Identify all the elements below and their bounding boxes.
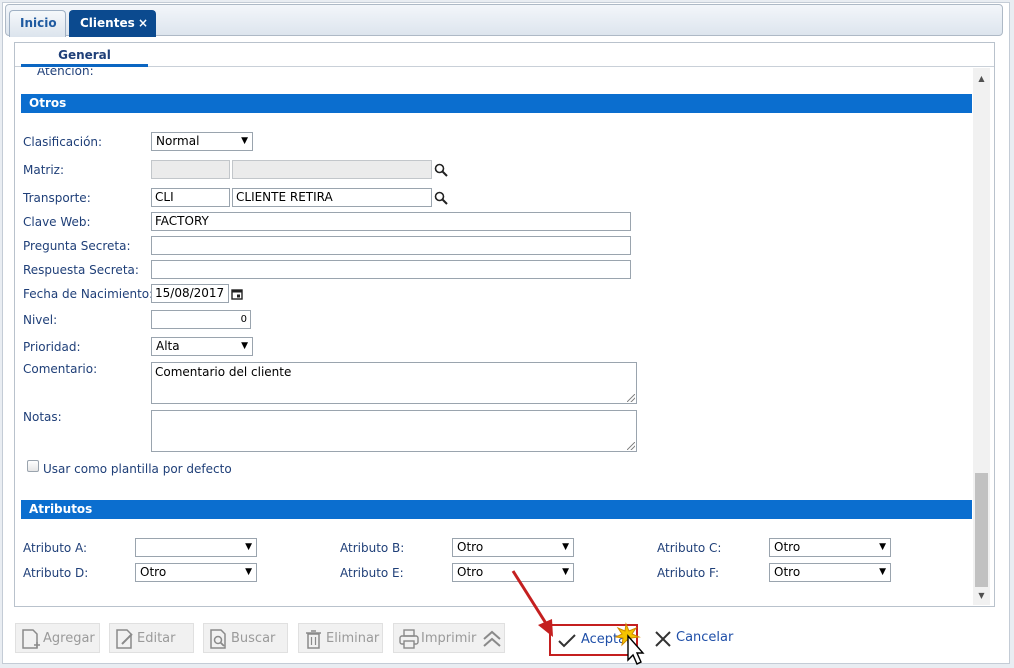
atributo-d-value: Otro: [140, 565, 167, 579]
search-icon[interactable]: [434, 191, 448, 205]
calendar-icon[interactable]: [231, 288, 243, 300]
tab-general[interactable]: General: [21, 43, 148, 67]
atributo-f-value: Otro: [774, 565, 801, 579]
scroll-down-icon[interactable]: ▼: [973, 589, 990, 603]
prioridad-select[interactable]: Alta ▼: [151, 337, 253, 356]
matriz-label: Matriz:: [23, 163, 65, 177]
dropdown-arrow-icon: ▼: [245, 542, 252, 552]
close-x-icon: [655, 631, 671, 647]
atributo-b-label: Atributo B:: [340, 541, 405, 555]
prioridad-value: Alta: [156, 339, 180, 353]
printer-icon: [399, 629, 419, 649]
atributo-e-value: Otro: [457, 565, 484, 579]
tab-inicio[interactable]: Inicio: [9, 10, 66, 37]
atributo-f-select[interactable]: Otro ▼: [769, 563, 891, 582]
mouse-cursor-icon: [614, 622, 645, 665]
plantilla-checkbox[interactable]: [27, 460, 39, 472]
add-document-icon: [22, 629, 40, 649]
transporte-code-input[interactable]: CLI: [151, 188, 230, 207]
comentario-value: Comentario del cliente: [155, 365, 292, 379]
cancelar-label: Cancelar: [676, 630, 734, 645]
pregunta-secreta-label: Pregunta Secreta:: [23, 239, 131, 253]
atributo-b-select[interactable]: Otro ▼: [452, 538, 574, 557]
cancelar-button[interactable]: Cancelar: [652, 626, 737, 652]
atributo-c-value: Otro: [774, 540, 801, 554]
atributo-c-label: Atributo C:: [657, 541, 722, 555]
section-header-otros: Otros: [21, 94, 972, 113]
fecha-nacimiento-label: Fecha de Nacimiento:: [23, 287, 154, 301]
clave-web-label: Clave Web:: [23, 215, 91, 229]
imprimir-label: Imprimir: [421, 631, 477, 646]
atributo-e-label: Atributo E:: [340, 566, 404, 580]
atributo-a-label: Atributo A:: [23, 541, 88, 555]
clasificacion-label: Clasificación:: [23, 135, 103, 149]
close-icon[interactable]: ×: [138, 11, 148, 36]
transporte-name-input[interactable]: CLIENTE RETIRA: [232, 188, 432, 207]
respuesta-secreta-label: Respuesta Secreta:: [23, 263, 139, 277]
eliminar-label: Eliminar: [326, 631, 380, 646]
edit-icon: [116, 629, 133, 649]
fecha-nacimiento-input[interactable]: 15/08/2017: [151, 284, 229, 303]
pregunta-secreta-input[interactable]: [151, 236, 631, 255]
imprimir-button[interactable]: Imprimir: [393, 623, 505, 653]
clasificacion-select[interactable]: Normal ▼: [151, 132, 253, 151]
tab-clientes[interactable]: Clientes ×: [69, 10, 156, 37]
transporte-label: Transporte:: [23, 191, 91, 205]
agregar-label: Agregar: [43, 631, 95, 646]
comentario-textarea[interactable]: Comentario del cliente: [151, 362, 637, 404]
annotation-arrow-icon: [511, 570, 553, 637]
scrollbar-thumb[interactable]: [975, 473, 988, 587]
search-document-icon: [210, 629, 226, 649]
atributo-a-select[interactable]: ▼: [135, 538, 257, 557]
clipped-field-label: Atención:: [37, 68, 94, 78]
form-panel: General Atención: Otros Clasificación: N…: [14, 42, 995, 607]
subtab-bar: General: [15, 43, 994, 67]
vertical-scrollbar[interactable]: ▲ ▼: [973, 68, 990, 605]
clasificacion-value: Normal: [156, 134, 200, 148]
prioridad-label: Prioridad:: [23, 340, 81, 354]
clave-web-input[interactable]: FACTORY: [151, 212, 631, 231]
notas-label: Notas:: [23, 410, 62, 424]
dropdown-arrow-icon: ▼: [562, 542, 569, 552]
form-content: Atención: Otros Clasificación: Normal ▼ …: [15, 68, 973, 606]
atributo-b-value: Otro: [457, 540, 484, 554]
atributo-d-label: Atributo D:: [23, 566, 89, 580]
dropdown-arrow-icon: ▼: [241, 341, 248, 351]
atributo-c-select[interactable]: Otro ▼: [769, 538, 891, 557]
matriz-code-input[interactable]: [151, 160, 230, 179]
resize-grip-icon[interactable]: [627, 394, 635, 402]
atributo-f-label: Atributo F:: [657, 566, 720, 580]
nivel-label: Nivel:: [23, 313, 58, 327]
tab-clientes-label: Clientes: [80, 16, 135, 30]
scroll-up-icon[interactable]: ▲: [973, 72, 990, 86]
dropdown-arrow-icon: ▼: [879, 567, 886, 577]
atributo-d-select[interactable]: Otro ▼: [135, 563, 257, 582]
matriz-name-input[interactable]: [232, 160, 432, 179]
dropdown-arrow-icon: ▼: [245, 567, 252, 577]
plantilla-label: Usar como plantilla por defecto: [43, 462, 232, 476]
agregar-button[interactable]: Agregar: [15, 623, 100, 653]
comentario-label: Comentario:: [23, 362, 98, 376]
editar-label: Editar: [137, 631, 176, 646]
buscar-label: Buscar: [231, 631, 276, 646]
search-icon[interactable]: [434, 163, 448, 177]
section-header-atributos: Atributos: [21, 500, 972, 519]
dropdown-arrow-icon: ▼: [879, 542, 886, 552]
respuesta-secreta-input[interactable]: [151, 260, 631, 279]
tab-inicio-label: Inicio: [20, 16, 57, 30]
resize-grip-icon[interactable]: [627, 442, 635, 450]
trash-icon: [306, 630, 321, 649]
editar-button[interactable]: Editar: [109, 623, 194, 653]
tab-bar: Inicio Clientes ×: [5, 4, 1003, 37]
eliminar-button[interactable]: Eliminar: [298, 623, 383, 653]
buscar-button[interactable]: Buscar: [203, 623, 288, 653]
dropdown-arrow-icon: ▼: [241, 136, 248, 146]
nivel-input[interactable]: 0: [151, 310, 251, 329]
chevron-double-up-icon[interactable]: [481, 628, 503, 650]
notas-textarea[interactable]: [151, 410, 637, 452]
